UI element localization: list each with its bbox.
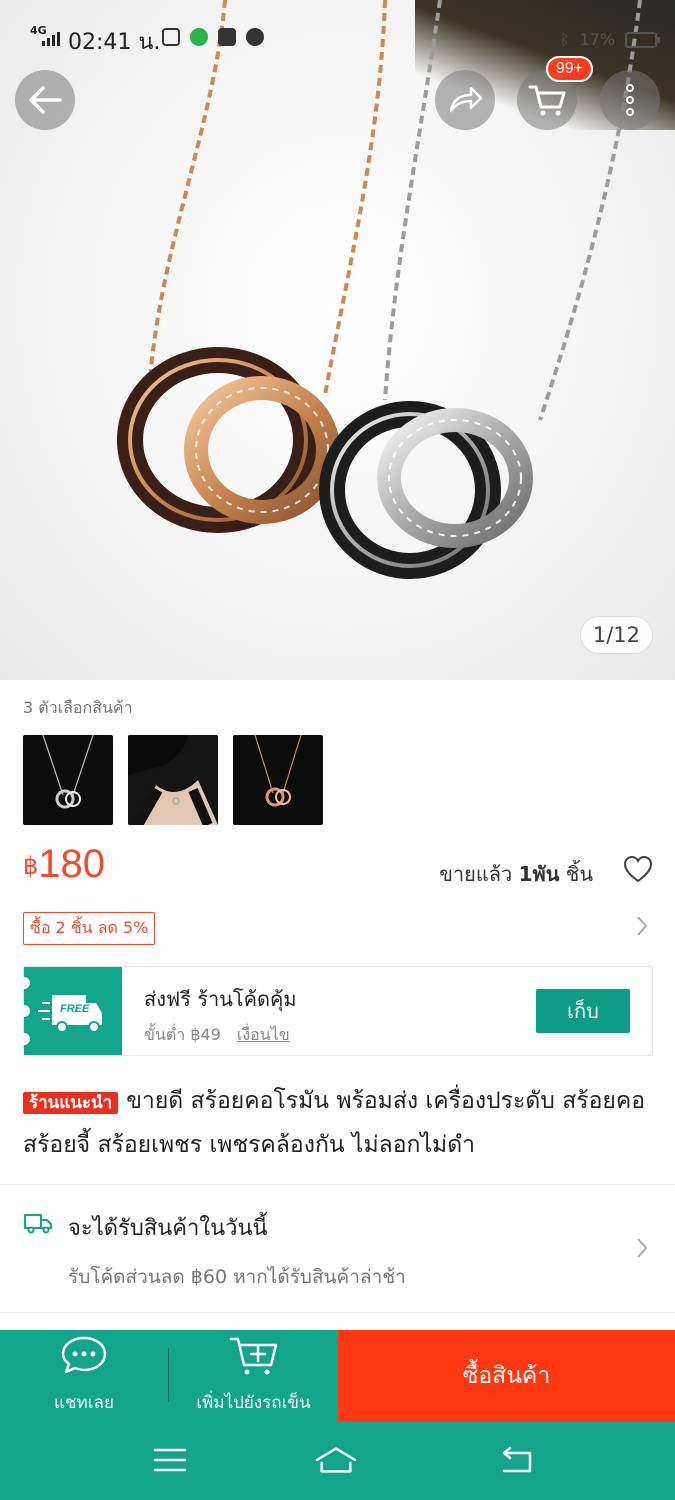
app-icon (246, 28, 264, 46)
product-title: ร้านแนะนำ ขายดี สร้อยคอโรมัน พร้อมส่ง เคร… (23, 1080, 653, 1166)
necklace-gold-image (254, 735, 302, 807)
bottom-action-bar: แชทเลย เพิ่มไปยังรถเข็น ซื้อสินค้า (0, 1330, 675, 1422)
voucher-subtitle: ขั้นต่ำ ฿49 เงื่อนไข (144, 1023, 290, 1048)
chevron-right-icon[interactable] (635, 1236, 649, 1264)
status-bar: 4G 02:41 น. ᛒ 17% (0, 20, 675, 60)
signal-icon (42, 32, 62, 46)
add-to-cart-button[interactable]: เพิ่มไปยังรถเข็น (169, 1330, 338, 1422)
menu-icon (153, 1448, 187, 1472)
image-page-indicator: 1/12 (579, 616, 653, 654)
sold-prefix: ขายแล้ว (439, 862, 513, 886)
battery-percent: 17% (579, 30, 615, 49)
battery-icon (625, 31, 660, 48)
message-icon (218, 28, 236, 46)
cart-count-badge: 99+ (545, 56, 593, 82)
voucher-free-label: FREE (60, 1003, 90, 1015)
arrow-left-icon (29, 86, 62, 114)
variation-thumb-model[interactable] (128, 735, 218, 825)
clock: 02:41 น. (68, 30, 161, 55)
variation-thumb-silver[interactable] (23, 735, 113, 825)
more-options-button[interactable] (600, 70, 660, 130)
bluetooth-icon: ᛒ (559, 30, 570, 49)
claim-voucher-button[interactable]: เก็บ (536, 989, 630, 1033)
variation-thumb-gold[interactable] (233, 735, 323, 825)
price-amount: 180 (38, 842, 106, 886)
add-to-cart-label: เพิ่มไปยังรถเข็น (196, 1393, 311, 1413)
divider (0, 1184, 675, 1185)
cart-button[interactable]: 99+ (517, 56, 593, 130)
voucher-icon-panel: FREE (18, 967, 122, 1055)
product-price: ฿180 (23, 842, 105, 887)
delivery-truck-icon (23, 1212, 53, 1238)
home-icon (315, 1447, 357, 1473)
currency-symbol: ฿ (23, 852, 39, 880)
variation-thumbnails (23, 735, 323, 825)
status-right: ᛒ 17% (559, 30, 660, 49)
divider (0, 1312, 675, 1313)
buy-now-button[interactable]: ซื้อสินค้า (338, 1330, 675, 1422)
notification-icons (162, 28, 264, 46)
heart-icon (623, 855, 653, 883)
bundle-discount-tag[interactable]: ซื้อ 2 ชิ้น ลด 5% (23, 912, 156, 945)
menu-nav-button[interactable] (148, 1440, 192, 1480)
chevron-right-icon[interactable] (635, 914, 649, 942)
voucher-min-spend: ขั้นต่ำ ฿49 (144, 1025, 221, 1044)
model-wearing-image (128, 735, 218, 825)
line-icon (190, 28, 208, 46)
recommended-shop-tag: ร้านแนะนำ (23, 1092, 119, 1114)
chat-label: แชทเลย (54, 1393, 114, 1413)
back-button[interactable] (15, 70, 75, 130)
share-button[interactable] (435, 70, 495, 130)
system-navigation-bar (0, 1422, 675, 1500)
sold-suffix: ชิ้น (565, 862, 593, 886)
chat-button[interactable]: แชทเลย (0, 1330, 168, 1422)
voucher-conditions-link[interactable]: เงื่อนไข (237, 1025, 290, 1044)
sold-number: 1พัน (518, 862, 560, 886)
add-to-cart-icon (229, 1337, 277, 1375)
return-icon (502, 1446, 532, 1473)
home-nav-button[interactable] (314, 1440, 358, 1480)
delivery-subtitle: รับโค้ดส่วนลด ฿60 หากได้รับสินค้าล่าช้า (68, 1266, 406, 1288)
cart-icon (528, 85, 566, 116)
back-nav-button[interactable] (494, 1440, 538, 1480)
delivery-title[interactable]: จะได้รับสินค้าในวันนี้ (68, 1210, 268, 1245)
variations-label: 3 ตัวเลือกสินค้า (23, 698, 133, 717)
share-icon (449, 86, 483, 113)
necklace-silver-image (42, 735, 94, 809)
chat-icon (61, 1336, 107, 1374)
more-vertical-icon (626, 84, 634, 116)
instagram-icon (162, 28, 180, 46)
sold-count: ขายแล้ว 1พัน ชิ้น (439, 858, 593, 890)
voucher-title: ส่งฟรี ร้านโค้ดคุ้ม (144, 987, 297, 1011)
free-shipping-voucher: FREE ส่งฟรี ร้านโค้ดคุ้ม ขั้นต่ำ ฿49 เงื่… (18, 966, 653, 1056)
like-button[interactable] (623, 855, 653, 887)
